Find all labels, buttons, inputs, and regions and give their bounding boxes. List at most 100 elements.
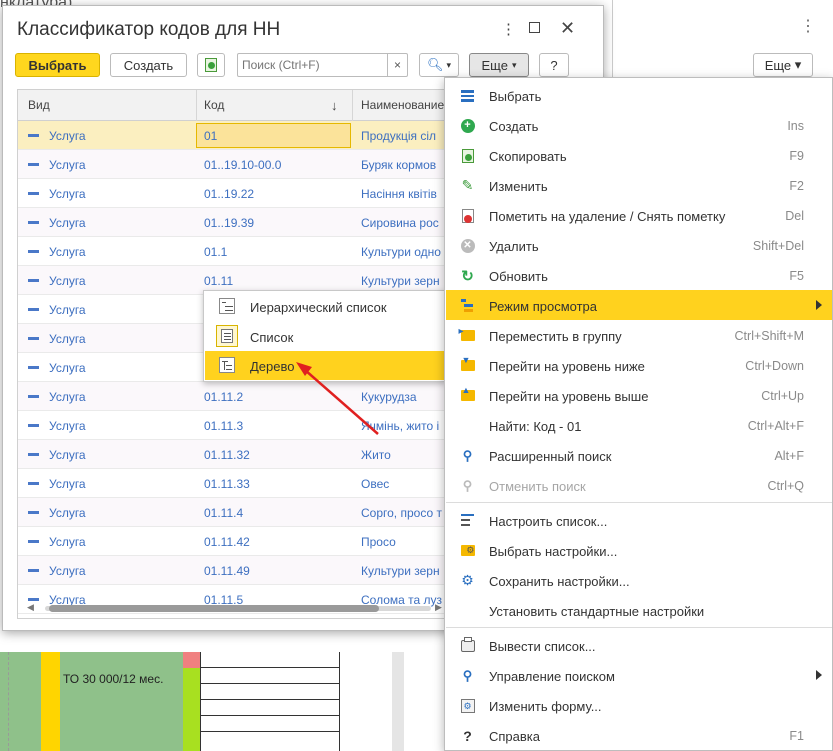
- service-type-icon: [28, 395, 39, 398]
- close-icon[interactable]: ✕: [560, 18, 575, 39]
- cell-kind: Услуга: [49, 477, 86, 491]
- service-type-icon: [28, 453, 39, 456]
- menu-item-label: Перейти на уровень выше: [489, 389, 649, 404]
- submenu-arrow-icon: [816, 300, 822, 310]
- background-scrollbar[interactable]: [392, 652, 404, 751]
- cell-name: Сорго, просо т: [361, 506, 442, 520]
- menu-item-help[interactable]: ? Справка F1: [446, 720, 832, 750]
- service-type-icon: [28, 337, 39, 340]
- menu-item-search-control[interactable]: ⚲ Управление поиском: [446, 660, 832, 690]
- menu-item-refresh[interactable]: ↻ Обновить F5: [446, 260, 832, 290]
- view-mode-icon: [460, 298, 475, 313]
- horizontal-scrollbar[interactable]: ◀ ▶: [23, 602, 453, 616]
- more-button[interactable]: Еще ▾: [469, 53, 529, 77]
- cancel-search-icon: ⚲: [462, 477, 473, 493]
- menu-item-shortcut: Ctrl+Shift+M: [734, 329, 804, 343]
- cell-name: Буряк кормов: [361, 158, 437, 172]
- background-table-cells: [200, 652, 340, 751]
- column-header-name[interactable]: Наименование: [361, 98, 444, 112]
- menu-item-label: Отменить поиск: [489, 479, 586, 494]
- cell-code: 01.11.33: [204, 477, 250, 491]
- menu-separator: [446, 627, 832, 628]
- menu-item-label: Справка: [489, 729, 540, 744]
- refresh-icon: ↻: [461, 267, 474, 285]
- menu-item-choose-settings[interactable]: ⚙ Выбрать настройки...: [446, 535, 832, 565]
- menu-item-shortcut: F5: [789, 269, 804, 283]
- cell-name: Продукція сіл: [361, 129, 436, 143]
- edit-icon: ✎: [461, 177, 474, 193]
- search-input[interactable]: [238, 54, 383, 76]
- help-button[interactable]: ?: [539, 53, 569, 77]
- search-field[interactable]: ×: [237, 53, 408, 77]
- cell-kind: Услуга: [49, 564, 86, 578]
- menu-item-level-down[interactable]: ▼ Перейти на уровень ниже Ctrl+Down: [446, 350, 832, 380]
- cell-name: Культури зерн: [361, 564, 440, 578]
- service-type-icon: [28, 163, 39, 166]
- copy-button[interactable]: [197, 53, 225, 77]
- menu-item-menu-item-11[interactable]: Найти: Код - 01 Ctrl+Alt+F: [446, 410, 832, 440]
- menu-item-select[interactable]: Выбрать: [446, 80, 832, 110]
- submenu-item-list[interactable]: Список: [205, 322, 445, 351]
- cell-kind: Услуга: [49, 506, 86, 520]
- service-type-icon: [28, 134, 39, 137]
- menu-item-save-settings[interactable]: ⚙ Сохранить настройки...: [446, 565, 832, 595]
- menu-item-level-up[interactable]: ▲ Перейти на уровень выше Ctrl+Up: [446, 380, 832, 410]
- cell-name: Культури зерн: [361, 274, 440, 288]
- menu-item-label: Перейти на уровень ниже: [489, 359, 645, 374]
- create-icon: +: [460, 118, 475, 133]
- menu-item-label: Настроить список...: [489, 514, 608, 529]
- change-form-icon: ⚙: [460, 698, 475, 713]
- background-cell-lime: [183, 668, 200, 751]
- maximize-icon[interactable]: [529, 22, 540, 33]
- menu-item-cancel-search[interactable]: ⚲ Отменить поиск Ctrl+Q: [446, 470, 832, 500]
- background-more-dots-icon[interactable]: ⋮: [800, 16, 816, 36]
- column-header-kind[interactable]: Вид: [28, 98, 50, 112]
- menu-item-menu-item-17[interactable]: Установить стандартные настройки: [446, 595, 832, 625]
- menu-item-label: Переместить в группу: [489, 329, 622, 344]
- submenu-item-tree[interactable]: Дерево: [205, 351, 445, 380]
- copy-icon: [205, 58, 217, 72]
- select-button[interactable]: Выбрать: [15, 53, 100, 77]
- menu-item-edit[interactable]: ✎ Изменить F2: [446, 170, 832, 200]
- cell-name: Культури одно: [361, 245, 441, 259]
- cell-kind: Услуга: [49, 158, 86, 172]
- create-button[interactable]: Создать: [110, 53, 187, 77]
- cell-code: 01.11.3: [204, 419, 244, 433]
- menu-item-print-list[interactable]: Вывести список...: [446, 630, 832, 660]
- search-icon: 🔍︎: [426, 57, 444, 72]
- cell-kind: Услуга: [49, 129, 86, 143]
- background-cell-green: [0, 652, 183, 751]
- service-type-icon: [28, 250, 39, 253]
- dialog-more-dots-icon[interactable]: ⋮: [501, 20, 516, 38]
- service-type-icon: [28, 569, 39, 572]
- move-to-group-icon: ▸: [459, 326, 475, 343]
- menu-item-create[interactable]: + Создать Ins: [446, 110, 832, 140]
- column-header-code[interactable]: Код: [204, 98, 224, 112]
- service-type-icon: [28, 192, 39, 195]
- cell-code: 01.11.4: [204, 506, 244, 520]
- cell-name: Сировина рос: [361, 216, 439, 230]
- scrollbar-thumb[interactable]: [49, 605, 379, 612]
- background-more-button[interactable]: Еще ▾: [753, 53, 813, 77]
- menu-item-label: Изменить: [489, 179, 548, 194]
- cell-name: Ячмінь, жито і: [361, 419, 440, 433]
- submenu-item-hierarchical-list[interactable]: Иерархический список: [205, 292, 445, 321]
- dialog-toolbar: Выбрать Создать × 🔍︎▾ Еще▾ ?: [15, 53, 595, 79]
- menu-item-move-to-group[interactable]: ▸ Переместить в группу Ctrl+Shift+M: [446, 320, 832, 350]
- cell-code: 01.1: [204, 245, 228, 259]
- cell-name: Жито: [361, 448, 391, 462]
- menu-item-view-mode[interactable]: Режим просмотра: [446, 290, 832, 320]
- cell-kind: Услуга: [49, 390, 86, 404]
- selected-cell[interactable]: [196, 123, 351, 148]
- menu-item-delete[interactable]: ✕ Удалить Shift+Del: [446, 230, 832, 260]
- menu-item-configure-list[interactable]: Настроить список...: [446, 505, 832, 535]
- search-options-button[interactable]: 🔍︎ ▾: [419, 53, 459, 77]
- menu-item-label: Вывести список...: [489, 639, 596, 654]
- clear-search-button[interactable]: ×: [387, 54, 407, 76]
- menu-item-copy[interactable]: Скопировать F9: [446, 140, 832, 170]
- menu-item-change-form[interactable]: ⚙ Изменить форму...: [446, 690, 832, 720]
- service-type-icon: [28, 424, 39, 427]
- menu-item-mark-delete[interactable]: Пометить на удаление / Снять пометку Del: [446, 200, 832, 230]
- menu-item-shortcut: Alt+F: [774, 449, 804, 463]
- menu-item-advanced-search[interactable]: ⚲ Расширенный поиск Alt+F: [446, 440, 832, 470]
